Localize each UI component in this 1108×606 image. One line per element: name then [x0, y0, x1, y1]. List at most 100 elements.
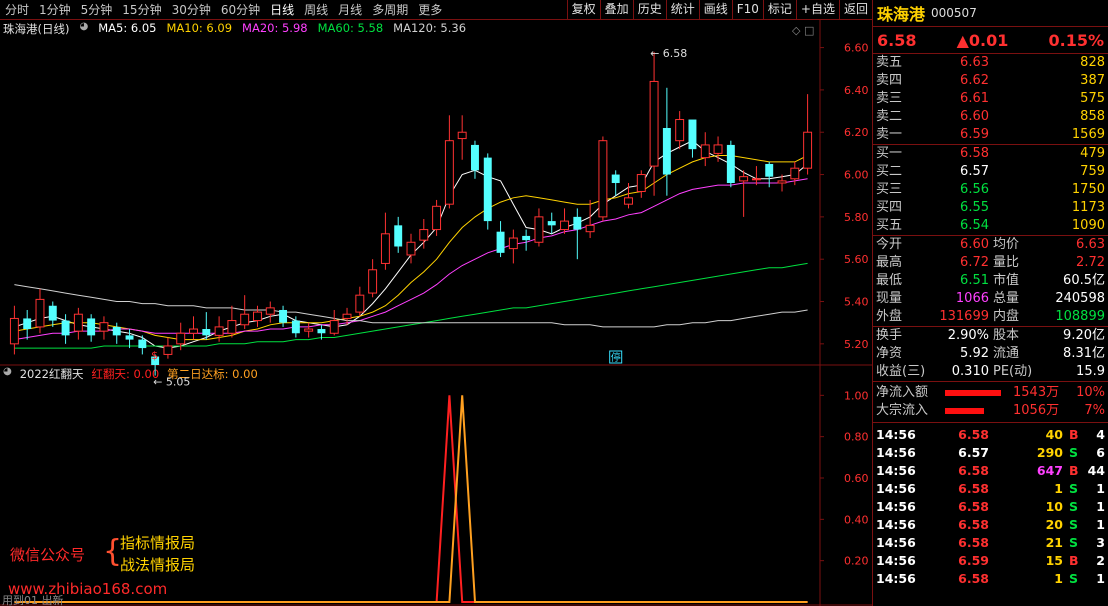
- bid-row: 买三 6.56 1750: [873, 181, 1108, 199]
- candle-body: [751, 178, 761, 181]
- trade-side: B: [1069, 463, 1079, 478]
- period-tab[interactable]: 分时: [0, 1, 34, 18]
- trade-count: 4: [1096, 427, 1105, 442]
- candle-body: [329, 320, 339, 334]
- period-tab[interactable]: 周线: [299, 1, 333, 18]
- stat-row: 最低 6.51 市值 60.5亿: [873, 272, 1108, 290]
- candle-body: [585, 224, 595, 233]
- tool-button[interactable]: +自选: [795, 0, 839, 20]
- trade-price: 6.58: [958, 427, 989, 442]
- y-tick-label: 1.00: [844, 389, 869, 402]
- candle-body: [87, 318, 96, 336]
- flow-value: 1056万: [1013, 403, 1060, 418]
- candle-body: [662, 127, 671, 175]
- stat-value: 2.72: [1076, 255, 1105, 270]
- tool-button[interactable]: 历史: [632, 0, 666, 20]
- tool-button[interactable]: 复权: [566, 0, 600, 20]
- tool-button[interactable]: 返回: [838, 0, 872, 20]
- trade-count: 6: [1096, 445, 1105, 460]
- tool-button[interactable]: 标记: [762, 0, 796, 20]
- candle-body: [48, 305, 57, 321]
- stock-terminal: { "toolbar": { "periods": ["分时","1分钟","5…: [0, 0, 1108, 606]
- period-tab[interactable]: 60分钟: [216, 1, 265, 18]
- tick-trades[interactable]: 14:56 6.58 40 B 4 14:56 6.57 290 S 6 14:56 6.58 647 B…: [873, 423, 1108, 588]
- ask-book: 卖五 6.63 828 卖四 6.62 387 卖三 6.61 575 卖二 6.60 858 卖一 6.…: [873, 54, 1108, 145]
- candle: [611, 170, 620, 196]
- trade-price: 6.58: [958, 499, 989, 514]
- period-tab[interactable]: 多周期: [367, 1, 413, 18]
- ask-row: 卖二 6.60 858: [873, 108, 1108, 126]
- tool-button[interactable]: 叠加: [599, 0, 633, 20]
- candle: [227, 305, 237, 338]
- flow-row: 大宗流入 1056万 7%: [873, 402, 1108, 420]
- candle: [751, 166, 761, 186]
- trade-price: 6.57: [958, 445, 989, 460]
- candle: [457, 115, 467, 160]
- flow-label: 净流入额: [876, 385, 929, 400]
- candle-body: [304, 328, 314, 332]
- y-tick-label: 5.80: [844, 211, 869, 224]
- candle: [483, 153, 492, 230]
- trade-count: 1: [1096, 481, 1105, 496]
- stat-label: 最低: [876, 273, 903, 288]
- trade-count: 1: [1096, 517, 1105, 532]
- trade-count: 1: [1096, 499, 1105, 514]
- period-tab[interactable]: 月线: [333, 1, 367, 18]
- trade-side: S: [1069, 499, 1079, 514]
- stat-value: 6.72: [960, 255, 989, 270]
- candle-body: [713, 144, 723, 154]
- tool-button[interactable]: 画线: [698, 0, 732, 20]
- bid-row: 买五 6.54 1090: [873, 217, 1108, 235]
- period-tab[interactable]: 1分钟: [34, 1, 76, 18]
- watermark: 微信公众号 { 指标情报局 战法情报局 www.zhibiao168.com 用…: [0, 530, 230, 606]
- trade-volume: 1: [1054, 571, 1063, 586]
- period-tab[interactable]: 日线: [265, 1, 299, 18]
- expand-icon: ◇ □: [792, 24, 814, 37]
- bid-price: 6.58: [960, 146, 989, 161]
- trade-price: 6.58: [958, 517, 989, 532]
- fundamental-label: 换手: [876, 328, 903, 343]
- candle-body: [189, 328, 198, 334]
- trade-price: 6.58: [958, 535, 989, 550]
- ask-row: 卖一 6.59 1569: [873, 126, 1108, 144]
- fundamental-value: 2.90%: [947, 328, 989, 343]
- period-tab[interactable]: 30分钟: [167, 1, 216, 18]
- fundamental-value: 15.9: [1076, 364, 1105, 379]
- stat-label: 外盘: [876, 309, 903, 324]
- period-tab[interactable]: 15分钟: [117, 1, 166, 18]
- candle: [112, 322, 121, 344]
- fundamental-row: 换手 2.90% 股本 9.20亿: [873, 327, 1108, 345]
- bid-label: 买三: [876, 182, 903, 197]
- ask-label: 卖五: [876, 55, 903, 70]
- trade-price: 6.58: [958, 463, 989, 478]
- halt-marker-label: 停: [611, 351, 621, 364]
- price-quote: 6.58 ▲0.01 0.15%: [873, 27, 1108, 54]
- period-tab[interactable]: 5分钟: [76, 1, 118, 18]
- ask-price: 6.61: [960, 91, 989, 106]
- candle: [585, 199, 595, 239]
- kline-chart[interactable]: 5.20 5.40 5.60 5.80 6.00 6.20 6.40 6.60 0.20 0.40…: [0, 20, 872, 606]
- fundamental-label: 流通: [993, 346, 1020, 361]
- trade-time: 14:56: [876, 571, 916, 586]
- period-tab[interactable]: 更多: [413, 1, 447, 18]
- trade-volume: 21: [1045, 535, 1063, 550]
- trade-count: 1: [1096, 571, 1105, 586]
- candle-body: [406, 241, 416, 256]
- ask-label: 卖三: [876, 91, 903, 106]
- candle-body: [202, 329, 211, 336]
- candle: [9, 305, 19, 355]
- tool-button[interactable]: 统计: [665, 0, 699, 20]
- candle: [138, 335, 147, 355]
- bid-label: 买二: [876, 164, 903, 179]
- stat-value: 131699: [939, 309, 989, 324]
- trade-price: 6.58: [958, 481, 989, 496]
- tool-button[interactable]: F10: [731, 0, 763, 20]
- candle: [598, 136, 608, 222]
- trade-price: 6.59: [958, 553, 989, 568]
- candle: [688, 119, 697, 158]
- ask-label: 卖二: [876, 109, 903, 124]
- candle: [73, 307, 83, 340]
- stat-label: 量比: [993, 255, 1020, 270]
- bid-price: 6.57: [960, 164, 989, 179]
- candle: [496, 221, 505, 258]
